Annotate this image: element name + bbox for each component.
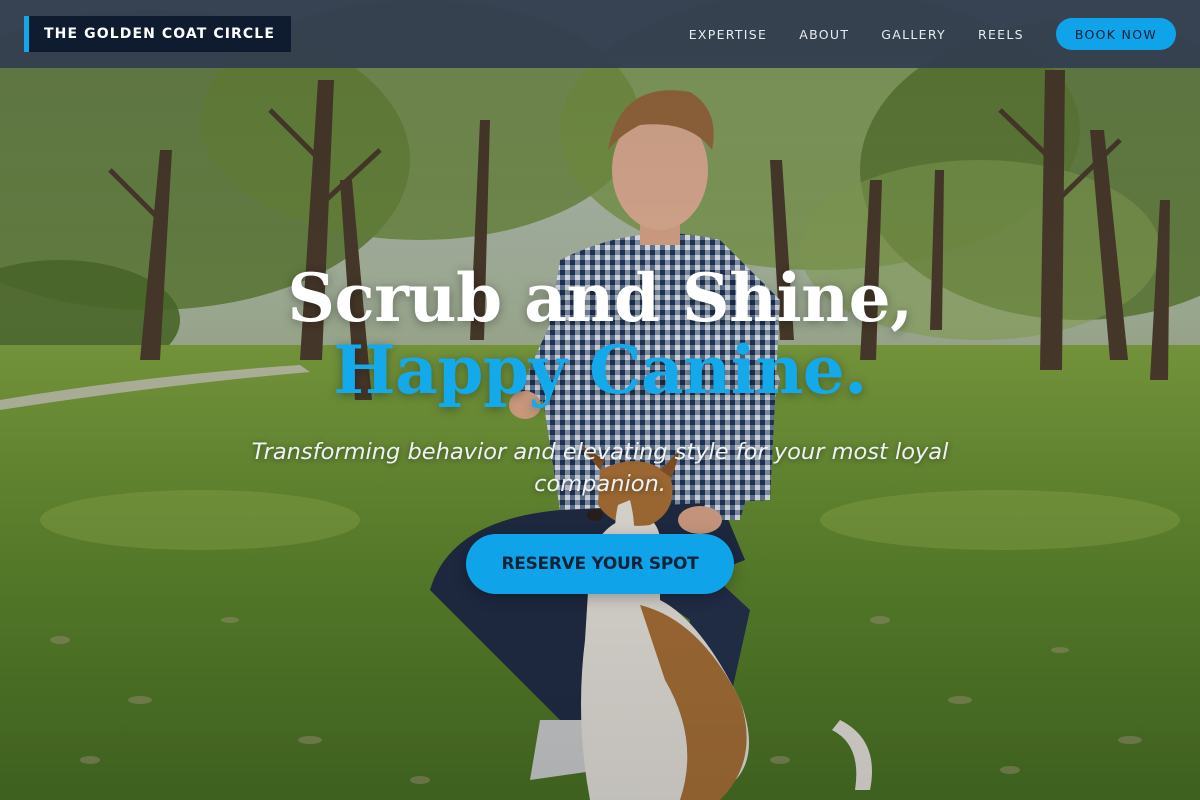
- top-navbar: THE GOLDEN COAT CIRCLE EXPERTISE ABOUT G…: [0, 0, 1200, 68]
- book-now-button[interactable]: BOOK NOW: [1055, 18, 1176, 50]
- reserve-spot-button[interactable]: RESERVE YOUR SPOT: [466, 534, 734, 594]
- nav-link-reels[interactable]: REELS: [978, 27, 1024, 42]
- nav-link-gallery[interactable]: GALLERY: [881, 27, 946, 42]
- nav-link-about[interactable]: ABOUT: [799, 27, 849, 42]
- hero-title: Scrub and Shine, Happy Canine.: [160, 262, 1040, 406]
- nav-links: EXPERTISE ABOUT GALLERY REELS BOOK NOW: [657, 18, 1176, 50]
- hero-subtitle: Transforming behavior and elevating styl…: [251, 439, 949, 497]
- nav-link-expertise[interactable]: EXPERTISE: [689, 27, 768, 42]
- hero-title-accent: Happy Canine.: [333, 331, 867, 409]
- landing-page: THE GOLDEN COAT CIRCLE EXPERTISE ABOUT G…: [0, 0, 1200, 800]
- brand-name: THE GOLDEN COAT CIRCLE: [44, 26, 275, 42]
- hero-title-main: Scrub and Shine,: [287, 259, 913, 337]
- brand-logo[interactable]: THE GOLDEN COAT CIRCLE: [24, 16, 291, 52]
- hero-section: Scrub and Shine, Happy Canine. Transform…: [0, 262, 1200, 594]
